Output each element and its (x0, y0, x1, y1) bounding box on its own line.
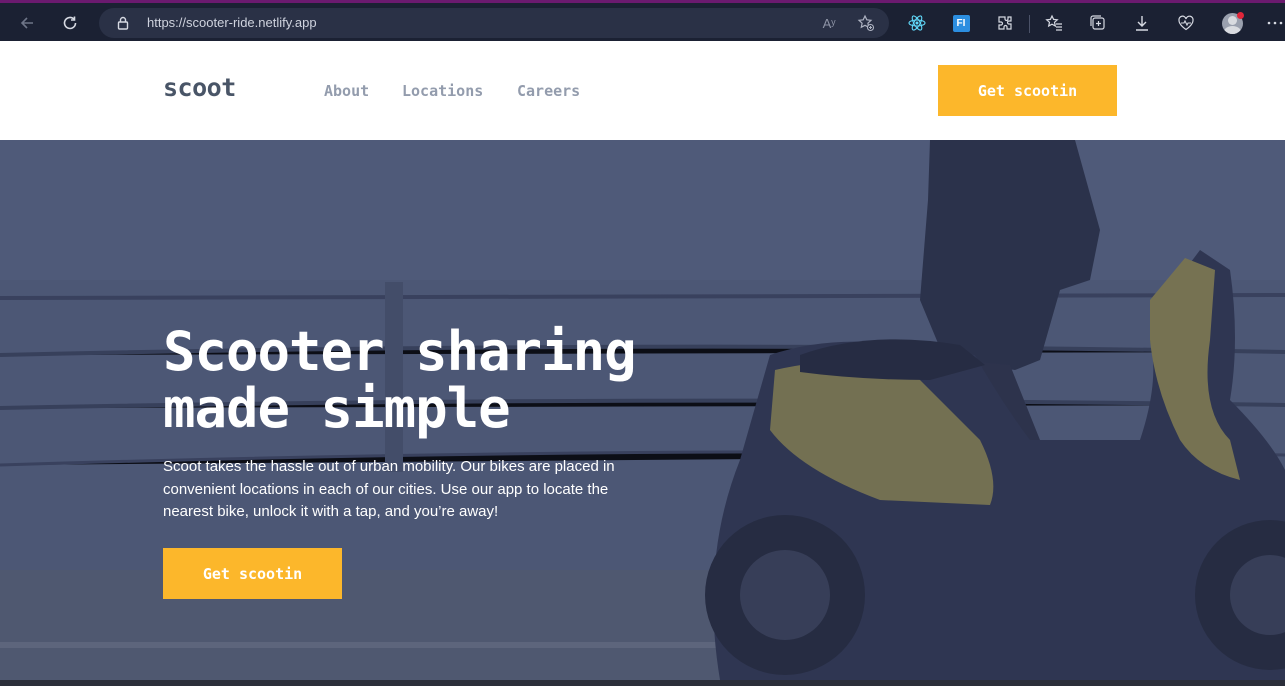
url-text[interactable]: https://scooter-ride.netlify.app (147, 15, 317, 30)
hero-title: Scooter sharing made simple (163, 323, 723, 437)
performance-icon[interactable] (1174, 11, 1198, 35)
hero-title-line1: Scooter sharing (163, 320, 637, 383)
nav-link-about[interactable]: About (324, 82, 369, 100)
downloads-icon[interactable] (1130, 11, 1154, 35)
favorites-icon[interactable] (1042, 11, 1066, 35)
site-header: scoot About Locations Careers Get scooti… (0, 41, 1285, 140)
back-icon[interactable] (12, 8, 42, 38)
extension-fi-icon[interactable]: FI (949, 11, 973, 35)
site-logo[interactable]: scoot (163, 73, 236, 102)
editor-status-bar (0, 680, 1285, 686)
read-aloud-icon[interactable]: Aʸ (819, 13, 839, 33)
lock-icon[interactable] (113, 13, 133, 33)
more-icon[interactable] (1263, 11, 1285, 35)
hero-section: Scooter sharing made simple Scoot takes … (0, 140, 1285, 680)
hero-get-scootin-button[interactable]: Get scootin (163, 548, 342, 599)
nav-link-careers[interactable]: Careers (517, 82, 580, 100)
browser-toolbar: https://scooter-ride.netlify.app Aʸ FI (0, 0, 1285, 41)
extensions-icon[interactable] (993, 11, 1017, 35)
nav-link-locations[interactable]: Locations (402, 82, 483, 100)
header-get-scootin-button[interactable]: Get scootin (938, 65, 1117, 116)
extension-fi-label: FI (952, 14, 970, 32)
react-devtools-icon[interactable] (905, 11, 929, 35)
toolbar-divider (1029, 15, 1030, 33)
hero-title-line2: made simple (163, 377, 511, 440)
profile-avatar[interactable] (1220, 11, 1244, 35)
address-bar[interactable]: https://scooter-ride.netlify.app Aʸ (99, 8, 889, 38)
hero-description: Scoot takes the hassle out of urban mobi… (163, 458, 615, 520)
notification-dot (1237, 12, 1244, 19)
add-favorite-icon[interactable] (856, 13, 876, 33)
refresh-icon[interactable] (55, 8, 85, 38)
collections-icon[interactable] (1086, 11, 1110, 35)
